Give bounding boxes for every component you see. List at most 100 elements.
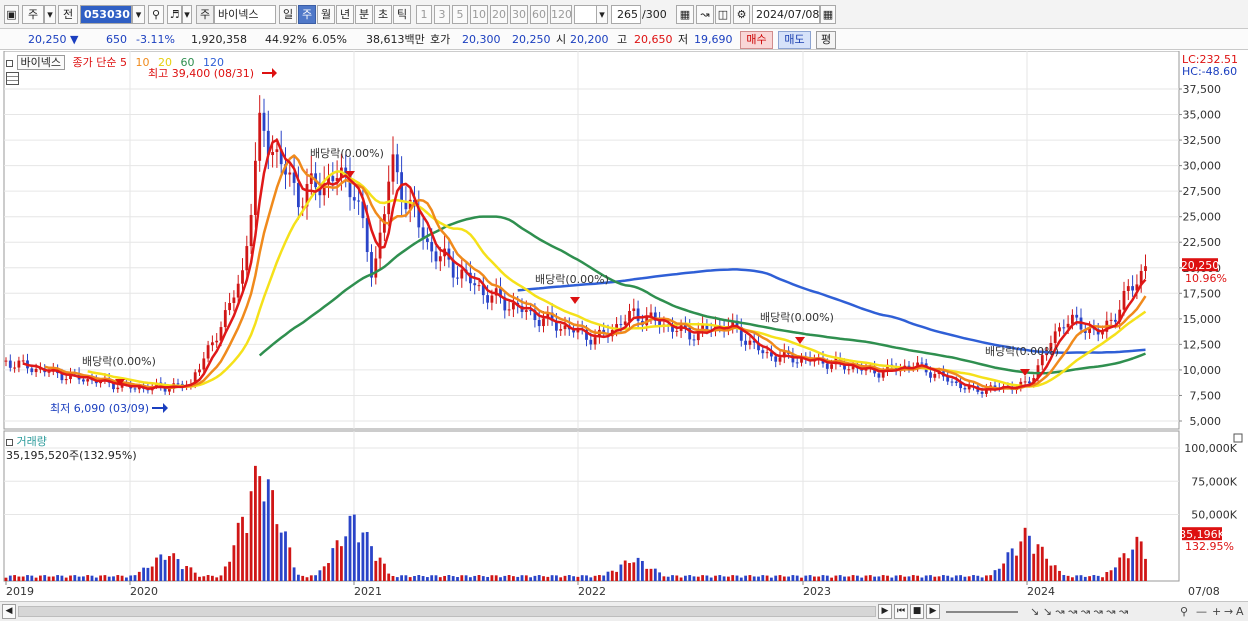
volume-bar <box>735 575 739 581</box>
tool-icons[interactable]: ↘ ↘ ↝ ↝ ↝ ↝ ↝ ↝ <box>1030 605 1128 618</box>
scroll-left-icon[interactable]: ◀ <box>2 604 16 619</box>
volume-bar <box>1028 535 1031 581</box>
current-change-badge: 10.96% <box>1185 272 1227 285</box>
average-button[interactable]: 평 <box>816 31 836 49</box>
interval-button[interactable]: 5 <box>452 5 468 24</box>
candle-body <box>426 238 429 242</box>
candle-body <box>391 154 395 182</box>
prev-button[interactable]: 전 <box>58 5 78 24</box>
interval-button[interactable]: 3 <box>434 5 450 24</box>
zoom-out-icon[interactable]: ⚲ <box>1180 605 1188 618</box>
buy-button[interactable]: 매수 <box>740 31 773 49</box>
gear-icon[interactable]: ⚙ <box>733 5 750 24</box>
volume-bar <box>899 575 902 581</box>
volume-bar <box>305 577 309 581</box>
sell-button[interactable]: 매도 <box>778 31 811 49</box>
zoom-slider[interactable] <box>946 611 1018 613</box>
volume-bar <box>847 576 851 581</box>
x-axis-label: 2019 <box>6 585 34 598</box>
volume-bar <box>907 576 911 581</box>
rewind-icon[interactable]: ⏮ <box>894 604 908 619</box>
period-button[interactable]: 분 <box>355 5 373 24</box>
volume-tick-label: 100,000K <box>1184 442 1237 455</box>
interval-button[interactable]: 1 <box>416 5 432 24</box>
volume-bar <box>954 575 958 581</box>
play-icon[interactable]: ▶ <box>926 604 940 619</box>
stock-type-badge: 주 <box>196 5 214 24</box>
layout-icon[interactable]: ▣ <box>4 5 19 24</box>
chevron-down-icon[interactable]: ▾ <box>182 5 192 24</box>
volume-bar <box>202 576 206 581</box>
volume-bar <box>619 564 623 581</box>
period-button[interactable]: 틱 <box>393 5 411 24</box>
period-button[interactable]: 월 <box>317 5 335 24</box>
stock-name-field[interactable]: 바이넥스 <box>214 5 276 24</box>
dividend-annotation: 배당락(0.00%) <box>82 355 156 368</box>
bottom-scrollbar[interactable]: ◀ ▶ ⏮ ■ ▶ ↘ ↘ ↝ ↝ ↝ ↝ ↝ ↝ ⚲ — + → A <box>0 601 1248 621</box>
volume-bar <box>417 575 421 581</box>
volume-bar <box>361 532 365 581</box>
period-button[interactable]: 일 <box>279 5 297 24</box>
volume-bar <box>722 576 726 581</box>
interval-button[interactable]: 60 <box>530 5 548 24</box>
interval-button[interactable]: 20 <box>490 5 508 24</box>
candle-type-icon[interactable]: ▦ <box>676 5 694 24</box>
search-icon[interactable]: ⚲ <box>148 5 164 24</box>
date-input[interactable]: 2024/07/08 <box>752 5 820 24</box>
chevron-down-icon[interactable]: ▾ <box>132 5 145 24</box>
minus-icon[interactable]: — <box>1196 605 1207 618</box>
legend-stock-name[interactable]: 바이넥스 <box>16 55 65 70</box>
interval-button[interactable]: 30 <box>510 5 528 24</box>
dividend-annotation: 배당락(0.00%) <box>310 147 384 160</box>
candle-body <box>636 308 640 321</box>
volume-bar <box>830 577 833 581</box>
volume-bar <box>507 575 511 581</box>
plus-icon[interactable]: + <box>1212 605 1221 618</box>
volume-bar <box>877 576 881 581</box>
count-total: /300 <box>642 8 667 21</box>
volume-bar <box>696 576 700 581</box>
scroll-right-icon[interactable]: ▶ <box>878 604 892 619</box>
volume-bar <box>1006 552 1010 581</box>
speaker-icon[interactable]: ♬ <box>167 5 182 24</box>
scroll-track[interactable] <box>18 606 876 617</box>
chevron-down-icon[interactable]: ▾ <box>44 5 56 24</box>
volume-bar <box>86 575 90 581</box>
save-icon[interactable]: ◫ <box>715 5 731 24</box>
volume-bar <box>215 577 219 581</box>
calendar-icon[interactable]: ▦ <box>820 5 836 24</box>
period-button[interactable]: 주 <box>298 5 316 24</box>
period-button[interactable]: 초 <box>374 5 392 24</box>
legend-box-icon <box>6 438 13 446</box>
volume-bar <box>266 479 270 581</box>
volume-bar <box>1139 541 1143 581</box>
candle-body <box>774 356 778 362</box>
volume-bar <box>90 575 94 581</box>
price-chart[interactable]: LC:232.51HC:-48.6037,50035,00032,50030,0… <box>0 51 1248 601</box>
stop-icon[interactable]: ■ <box>910 604 924 619</box>
grid-toggle-icon[interactable] <box>6 72 19 88</box>
volume-bar <box>17 576 21 581</box>
period-button[interactable]: 년 <box>336 5 354 24</box>
current-price-badge-text: 20,250 <box>1181 259 1220 272</box>
period-type-select[interactable]: 주 <box>22 5 44 24</box>
text-size-icon[interactable]: A <box>1236 605 1244 618</box>
volume-bar <box>653 568 657 581</box>
price-panel <box>3 51 1180 430</box>
scroll-to-end-icon[interactable]: → <box>1224 605 1233 618</box>
indicator-icon[interactable]: ↝ <box>696 5 714 24</box>
toolbar: ▣ 주 ▾ 전 053030 ▾ ⚲ ♬ ▾ 주 바이넥스 일주월년분초틱 13… <box>0 0 1248 29</box>
count-input[interactable]: 265 <box>611 5 641 24</box>
chevron-down-icon[interactable]: ▾ <box>596 5 608 24</box>
volume-bar <box>1126 558 1130 581</box>
volume-bar <box>873 576 876 581</box>
volume-bar <box>378 557 382 581</box>
stock-code-input[interactable]: 053030 <box>80 5 132 24</box>
volume-bar <box>262 501 266 581</box>
interval-button[interactable]: 120 <box>550 5 572 24</box>
volume-bar <box>563 575 567 581</box>
volume-bar <box>1131 549 1134 581</box>
interval-button[interactable]: 10 <box>470 5 488 24</box>
volume-bar <box>185 566 188 581</box>
volume-bar <box>1101 577 1104 581</box>
